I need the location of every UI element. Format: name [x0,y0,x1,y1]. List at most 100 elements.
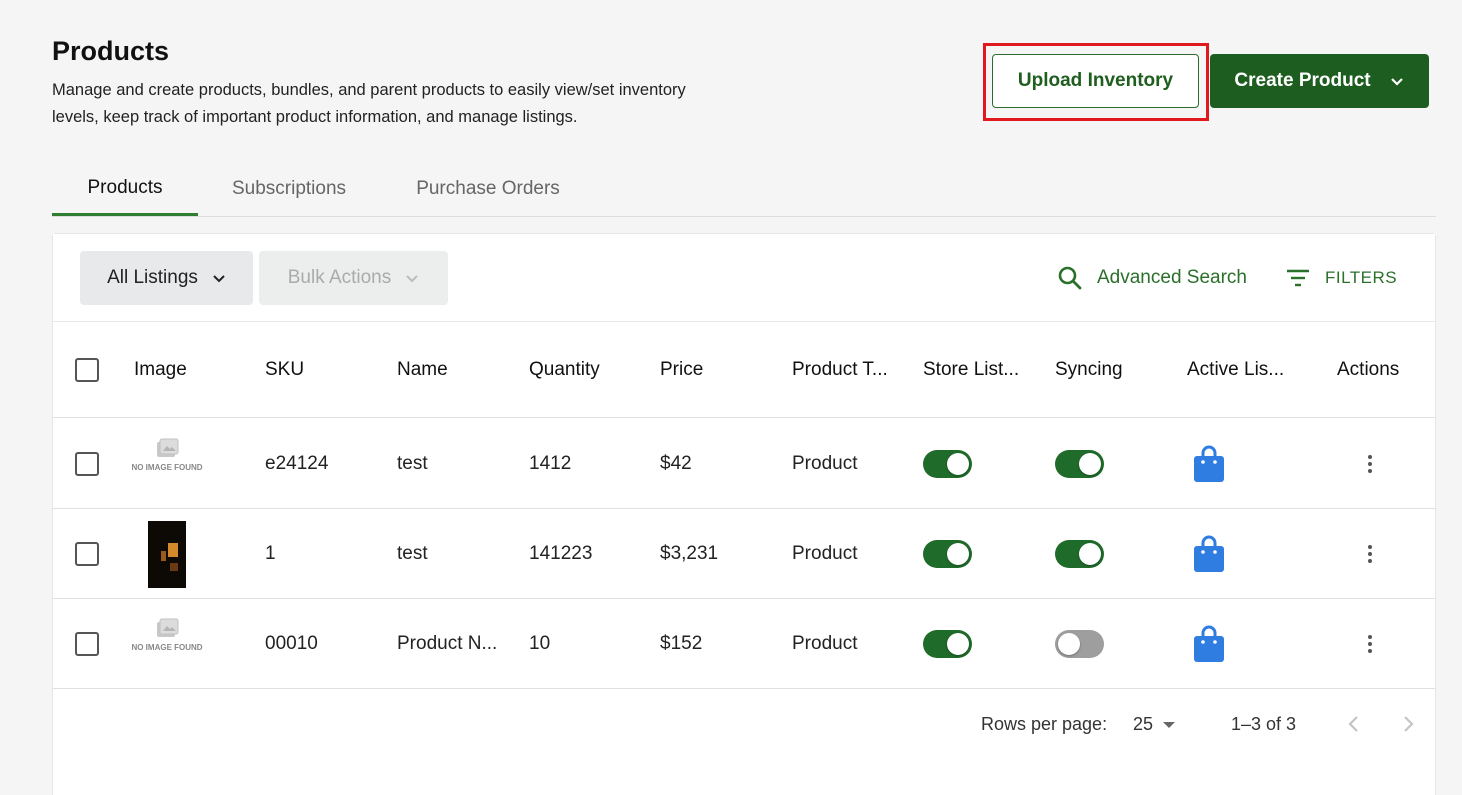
quantity-cell: 10 [529,633,551,654]
chevron-down-icon [406,275,418,283]
shopping-bag-icon[interactable] [1193,535,1225,573]
chevron-left-icon[interactable] [1343,712,1365,736]
no-image-text: NO IMAGE FOUND [131,643,203,652]
column-header-sku[interactable]: SKU [265,322,304,418]
price-cell: $152 [660,633,703,654]
syncing-cell [1055,419,1104,509]
image-cell: NO IMAGE FOUND [131,419,203,509]
row-select-cell [75,509,99,599]
no-image-text: NO IMAGE FOUND [131,463,203,472]
name-cell[interactable]: Product N... [397,599,497,689]
filters-label: FILTERS [1325,268,1398,287]
no-image-placeholder: NO IMAGE FOUND [131,618,203,670]
sku-cell: e24124 [265,453,329,474]
column-header-quantity[interactable]: Quantity [529,322,600,418]
table-row: NO IMAGE FOUND e24124 test 1412 $42 Prod… [53,419,1435,509]
shopping-bag-icon[interactable] [1193,625,1225,663]
name-cell[interactable]: test [397,419,428,509]
active-listing-cell [1193,599,1225,689]
products-card: All Listings Bulk Actions Advanced Searc… [52,233,1436,795]
product-thumbnail[interactable] [148,520,186,588]
page-description: Manage and create products, bundles, and… [52,81,686,126]
column-header-name[interactable]: Name [397,322,448,418]
image-cell [148,509,186,599]
store-listing-toggle[interactable] [923,630,972,658]
chevron-down-icon [213,275,225,283]
upload-inventory-button[interactable]: Upload Inventory [992,54,1199,108]
filter-icon [1287,269,1309,287]
all-listings-dropdown[interactable]: All Listings [80,251,253,305]
tab-bar: Products Subscriptions Purchase Orders [52,162,1436,217]
rows-per-page-value: 25 [1133,714,1154,734]
column-header-store-listing[interactable]: Store List... [923,322,1019,418]
column-header-price[interactable]: Price [660,322,703,418]
syncing-cell [1055,599,1104,689]
column-header-active-listing[interactable]: Active Lis... [1187,322,1284,418]
row-checkbox[interactable] [75,542,99,566]
row-checkbox[interactable] [75,632,99,656]
create-product-label: Create Product [1234,70,1371,91]
select-all-cell [75,322,99,418]
price-cell: $3,231 [660,543,719,564]
image-placeholder-icon [157,618,179,637]
syncing-toggle[interactable] [1055,630,1104,658]
table-toolbar: All Listings Bulk Actions Advanced Searc… [53,234,1435,322]
store-listing-toggle[interactable] [923,540,972,568]
row-checkbox[interactable] [75,452,99,476]
price-cell: $42 [660,453,692,474]
syncing-toggle[interactable] [1055,540,1104,568]
column-header-syncing[interactable]: Syncing [1055,322,1123,418]
table-row: NO IMAGE FOUND 00010 Product N... 10 $15… [53,599,1435,689]
rows-per-page-label: Rows per page: [981,714,1108,734]
more-vert-icon[interactable] [1358,452,1382,476]
store-listing-cell [923,599,972,689]
page-range-text: 1–3 of 3 [1231,714,1297,734]
image-placeholder-icon [157,438,179,457]
row-select-cell [75,419,99,509]
advanced-search-label: Advanced Search [1097,267,1247,288]
column-header-actions: Actions [1337,359,1400,380]
page-title: Products [52,36,170,66]
chevron-right-icon[interactable] [1397,712,1419,736]
select-all-checkbox[interactable] [75,358,99,382]
filters-button[interactable]: FILTERS [1285,262,1397,294]
tab-products[interactable]: Products [52,162,198,216]
quantity-cell: 141223 [529,543,593,564]
active-listing-cell [1193,509,1225,599]
caret-down-icon [1163,721,1176,728]
table-header: Image SKU Name Quantity Price Product T.… [53,322,1435,418]
advanced-search-button[interactable]: Advanced Search [1057,262,1247,294]
column-header-product-type[interactable]: Product T... [792,322,888,418]
table-row: 1 test 141223 $3,231 Product [53,509,1435,599]
search-icon [1058,266,1082,290]
row-select-cell [75,599,99,689]
actions-cell [1358,509,1382,599]
tab-subscriptions[interactable]: Subscriptions [214,162,364,216]
more-vert-icon[interactable] [1358,542,1382,566]
store-listing-toggle[interactable] [923,450,972,478]
shopping-bag-icon[interactable] [1193,445,1225,483]
chevron-down-icon [1390,78,1403,86]
bulk-actions-dropdown[interactable]: Bulk Actions [259,251,448,305]
quantity-cell: 1412 [529,453,572,474]
no-image-placeholder: NO IMAGE FOUND [131,438,203,490]
actions-cell [1358,419,1382,509]
name-cell[interactable]: test [397,509,428,599]
more-vert-icon[interactable] [1358,632,1382,656]
bulk-actions-label: Bulk Actions [287,267,392,288]
column-header-image[interactable]: Image [134,322,187,418]
rows-per-page-select[interactable]: 25 [1133,714,1176,735]
all-listings-label: All Listings [107,267,198,288]
tab-purchase-orders[interactable]: Purchase Orders [398,162,578,216]
syncing-toggle[interactable] [1055,450,1104,478]
sku-cell: 1 [265,543,276,564]
image-cell: NO IMAGE FOUND [131,599,203,689]
syncing-cell [1055,509,1104,599]
product-type-cell: Product [792,453,858,474]
create-product-button[interactable]: Create Product [1210,54,1429,108]
table-pagination: Rows per page: 25 1–3 of 3 [53,690,1435,760]
active-listing-cell [1193,419,1225,509]
store-listing-cell [923,509,972,599]
product-type-cell: Product [792,633,858,654]
store-listing-cell [923,419,972,509]
